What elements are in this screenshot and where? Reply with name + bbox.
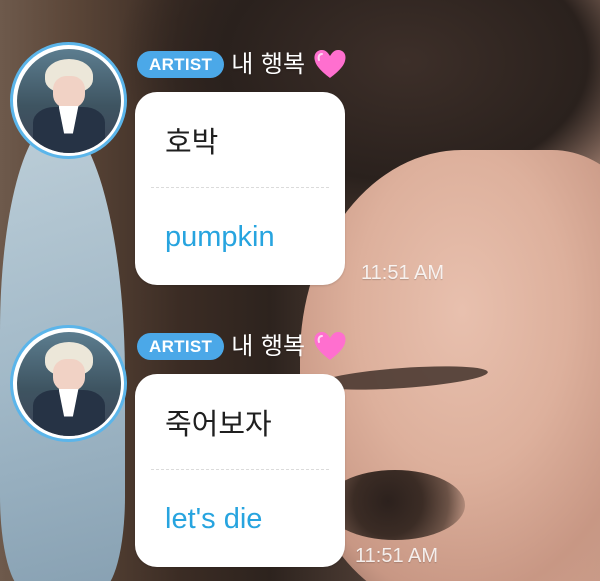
original-text: 죽어보자 [165,406,272,441]
message-header: ARTIST 내 행복 [137,328,348,364]
artist-badge: ARTIST [137,50,225,78]
message-bubble[interactable]: 죽어보자 let's die [135,374,345,567]
message-timestamp: 11:51 AM [361,262,445,284]
message-bubble[interactable]: 호박 pumpkin [135,92,345,285]
pink-heart-icon [314,332,346,360]
pink-heart-icon [314,50,346,78]
translation-text: let's die [165,502,263,535]
message-timestamp: 11:51 AM [355,545,439,567]
sender-name[interactable]: 내 행복 [231,334,305,358]
sender-name[interactable]: 내 행복 [231,52,305,76]
artist-avatar[interactable] [10,325,127,442]
artist-avatar-image [16,48,121,153]
background-eye-shape [325,470,465,540]
artist-badge: ARTIST [137,332,225,360]
artist-avatar-image [16,331,121,436]
translation-text: pumpkin [165,220,275,253]
original-text: 호박 [165,124,219,159]
artist-avatar[interactable] [10,42,127,159]
message-header: ARTIST 내 행복 [137,46,348,82]
